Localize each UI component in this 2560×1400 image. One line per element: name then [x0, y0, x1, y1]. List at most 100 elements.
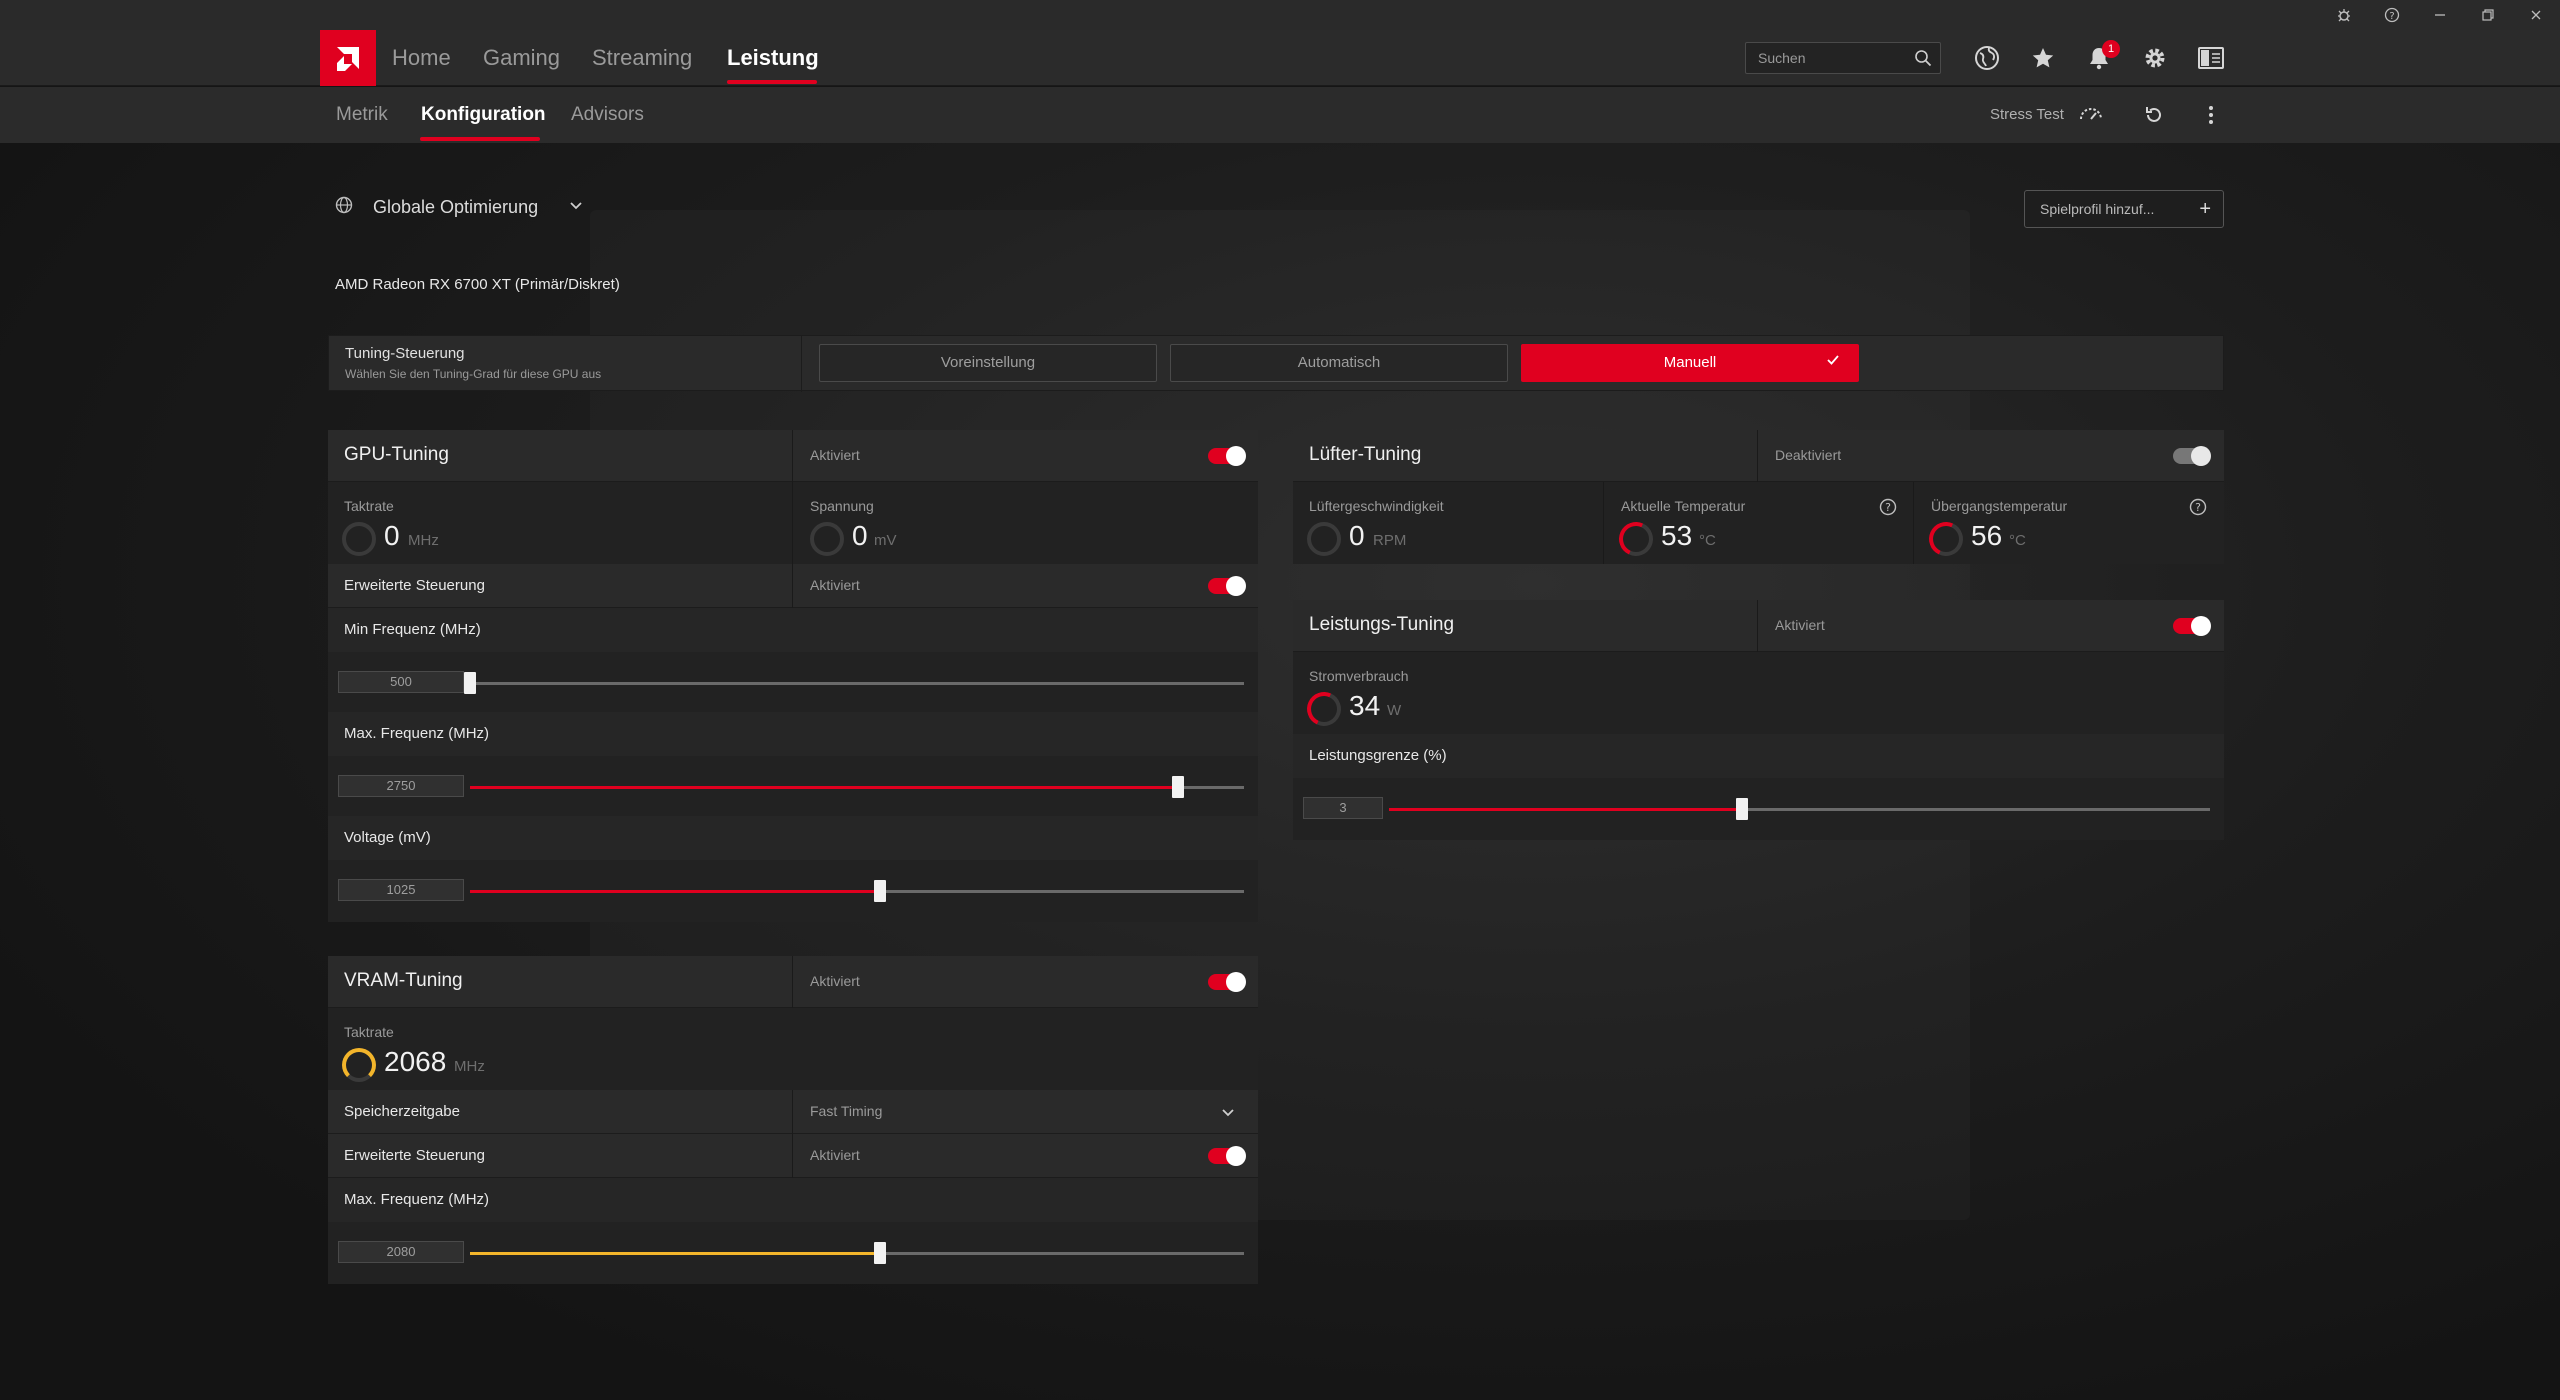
- vram-tuning-toggle[interactable]: [1208, 972, 1246, 992]
- current-temp-label: Aktuelle Temperatur: [1621, 498, 1746, 514]
- gpu-tuning-toggle[interactable]: [1208, 446, 1246, 466]
- nav-tab-gaming[interactable]: Gaming: [483, 30, 560, 86]
- junction-temp-value: 56: [1971, 520, 2003, 551]
- chevron-down-icon[interactable]: [1220, 1104, 1236, 1125]
- slider-thumb[interactable]: [1172, 776, 1185, 798]
- power-tuning-toggle[interactable]: [2173, 616, 2211, 636]
- fan-speed-value: 0: [1349, 520, 1365, 551]
- max-freq-slider[interactable]: [328, 756, 1258, 816]
- power-draw-label: Stromverbrauch: [1309, 668, 1409, 684]
- vram-clock-label: Taktrate: [344, 1024, 394, 1040]
- chevron-down-icon: [568, 197, 584, 218]
- slider-thumb[interactable]: [464, 672, 476, 694]
- active-tab-indicator: [727, 80, 817, 84]
- manual-button[interactable]: Manuell: [1521, 344, 1859, 382]
- junction-temp-label: Übergangstemperatur: [1931, 498, 2068, 514]
- search-box[interactable]: [1745, 42, 1941, 74]
- memory-timing-label: Speicherzeitgabe: [344, 1103, 460, 1120]
- gpu-advanced-state: Aktiviert: [810, 577, 860, 593]
- gpu-metrics-row: Taktrate 0 MHz Spannung 0 mV: [328, 482, 1258, 564]
- voltage-slider-row: 1025: [328, 860, 1258, 922]
- more-options-icon[interactable]: [2204, 104, 2218, 131]
- close-icon[interactable]: [2512, 0, 2560, 30]
- tuning-control-subtitle: Wählen Sie den Tuning-Grad für diese GPU…: [345, 367, 602, 381]
- amd-logo[interactable]: [320, 30, 376, 86]
- divider: [792, 1134, 793, 1178]
- divider: [792, 482, 793, 564]
- globe-icon[interactable]: [1973, 44, 2001, 72]
- divider: [1913, 482, 1914, 564]
- vram-max-freq-slider[interactable]: [328, 1222, 1258, 1284]
- power-draw-unit: W: [1387, 702, 1402, 719]
- help-icon[interactable]: ?: [2189, 498, 2207, 521]
- fan-speed-gauge: [1307, 522, 1341, 556]
- subtab-advisors[interactable]: Advisors: [571, 87, 644, 143]
- subtab-konfiguration[interactable]: Konfiguration: [421, 87, 546, 143]
- fan-tuning-toggle[interactable]: [2173, 446, 2211, 466]
- vram-advanced-toggle[interactable]: [1208, 1146, 1246, 1166]
- memory-timing-value[interactable]: Fast Timing: [810, 1103, 882, 1119]
- power-limit-header: Leistungsgrenze (%): [1293, 734, 2224, 778]
- voltage-label: Spannung: [810, 498, 874, 514]
- slider-fill: [470, 1252, 881, 1255]
- stress-test-label[interactable]: Stress Test: [1990, 87, 2064, 143]
- tuning-control-title: Tuning-Steuerung: [345, 345, 465, 362]
- slider-thumb[interactable]: [874, 880, 887, 902]
- gear-icon[interactable]: [2141, 44, 2169, 72]
- vram-tuning-state: Aktiviert: [810, 973, 860, 989]
- gpu-tuning-title: GPU-Tuning: [344, 444, 449, 465]
- vram-advanced-state: Aktiviert: [810, 1147, 860, 1163]
- automatic-button[interactable]: Automatisch: [1170, 344, 1508, 382]
- clock-gauge: [342, 522, 376, 556]
- vram-max-freq-header: Max. Frequenz (MHz): [328, 1178, 1258, 1222]
- nav-tab-leistung[interactable]: Leistung: [727, 30, 819, 86]
- slider-track[interactable]: [470, 682, 1244, 685]
- minimize-icon[interactable]: [2416, 0, 2464, 30]
- max-freq-label: Max. Frequenz (MHz): [344, 725, 490, 742]
- nav-tab-streaming[interactable]: Streaming: [592, 30, 692, 86]
- slider-fill: [470, 890, 881, 893]
- divider: [792, 1090, 793, 1134]
- divider: [792, 564, 793, 608]
- sidebar-panel-icon[interactable]: [2197, 44, 2225, 72]
- bug-icon[interactable]: [2320, 0, 2368, 30]
- help-icon[interactable]: ?: [1879, 498, 1897, 521]
- globe-small-icon: [335, 196, 353, 219]
- junction-temp-unit: °C: [2009, 532, 2026, 549]
- vram-clock-value: 2068: [384, 1046, 447, 1077]
- voltage-slider[interactable]: [328, 860, 1258, 922]
- memory-timing-row: Speicherzeitgabe Fast Timing: [328, 1090, 1258, 1134]
- vram-tuning-title: VRAM-Tuning: [344, 970, 463, 991]
- active-subtab-indicator: [420, 137, 540, 141]
- check-icon: [1826, 345, 1840, 381]
- help-icon[interactable]: ?: [2368, 0, 2416, 30]
- divider: [792, 430, 793, 482]
- power-tuning-header: Leistungs-Tuning Aktiviert: [1293, 600, 2224, 652]
- min-freq-slider[interactable]: [328, 652, 1258, 712]
- power-metrics-row: Stromverbrauch 34 W: [1293, 652, 2224, 734]
- current-temp-gauge: [1614, 517, 1658, 561]
- restore-icon[interactable]: [2464, 0, 2512, 30]
- search-input[interactable]: [1758, 50, 1908, 66]
- stress-test-gauge-icon[interactable]: [2078, 103, 2104, 130]
- gpu-tuning-panel: GPU-Tuning Aktiviert Taktrate 0 MHz Span…: [328, 430, 1258, 922]
- max-freq-slider-row: 2750: [328, 756, 1258, 816]
- max-freq-header: Max. Frequenz (MHz): [328, 712, 1258, 756]
- reset-icon[interactable]: [2143, 104, 2165, 131]
- preset-button[interactable]: Voreinstellung: [819, 344, 1157, 382]
- svg-text:?: ?: [2389, 11, 2394, 22]
- svg-text:?: ?: [1885, 501, 1891, 514]
- junction-temp-gauge: [1924, 517, 1968, 561]
- add-game-profile-button[interactable]: Spielprofil hinzuf... +: [2024, 190, 2224, 228]
- star-icon[interactable]: [2029, 44, 2057, 72]
- power-limit-slider[interactable]: [1293, 778, 2224, 840]
- search-icon[interactable]: [1914, 49, 1932, 72]
- subtab-metrik[interactable]: Metrik: [336, 87, 388, 143]
- slider-thumb[interactable]: [874, 1242, 887, 1264]
- nav-tab-home[interactable]: Home: [392, 30, 451, 86]
- profile-selector[interactable]: Globale Optimierung: [335, 192, 584, 222]
- voltage-value: 0: [852, 520, 868, 551]
- slider-thumb[interactable]: [1736, 798, 1749, 820]
- min-freq-slider-row: 500: [328, 652, 1258, 712]
- gpu-advanced-toggle[interactable]: [1208, 576, 1246, 596]
